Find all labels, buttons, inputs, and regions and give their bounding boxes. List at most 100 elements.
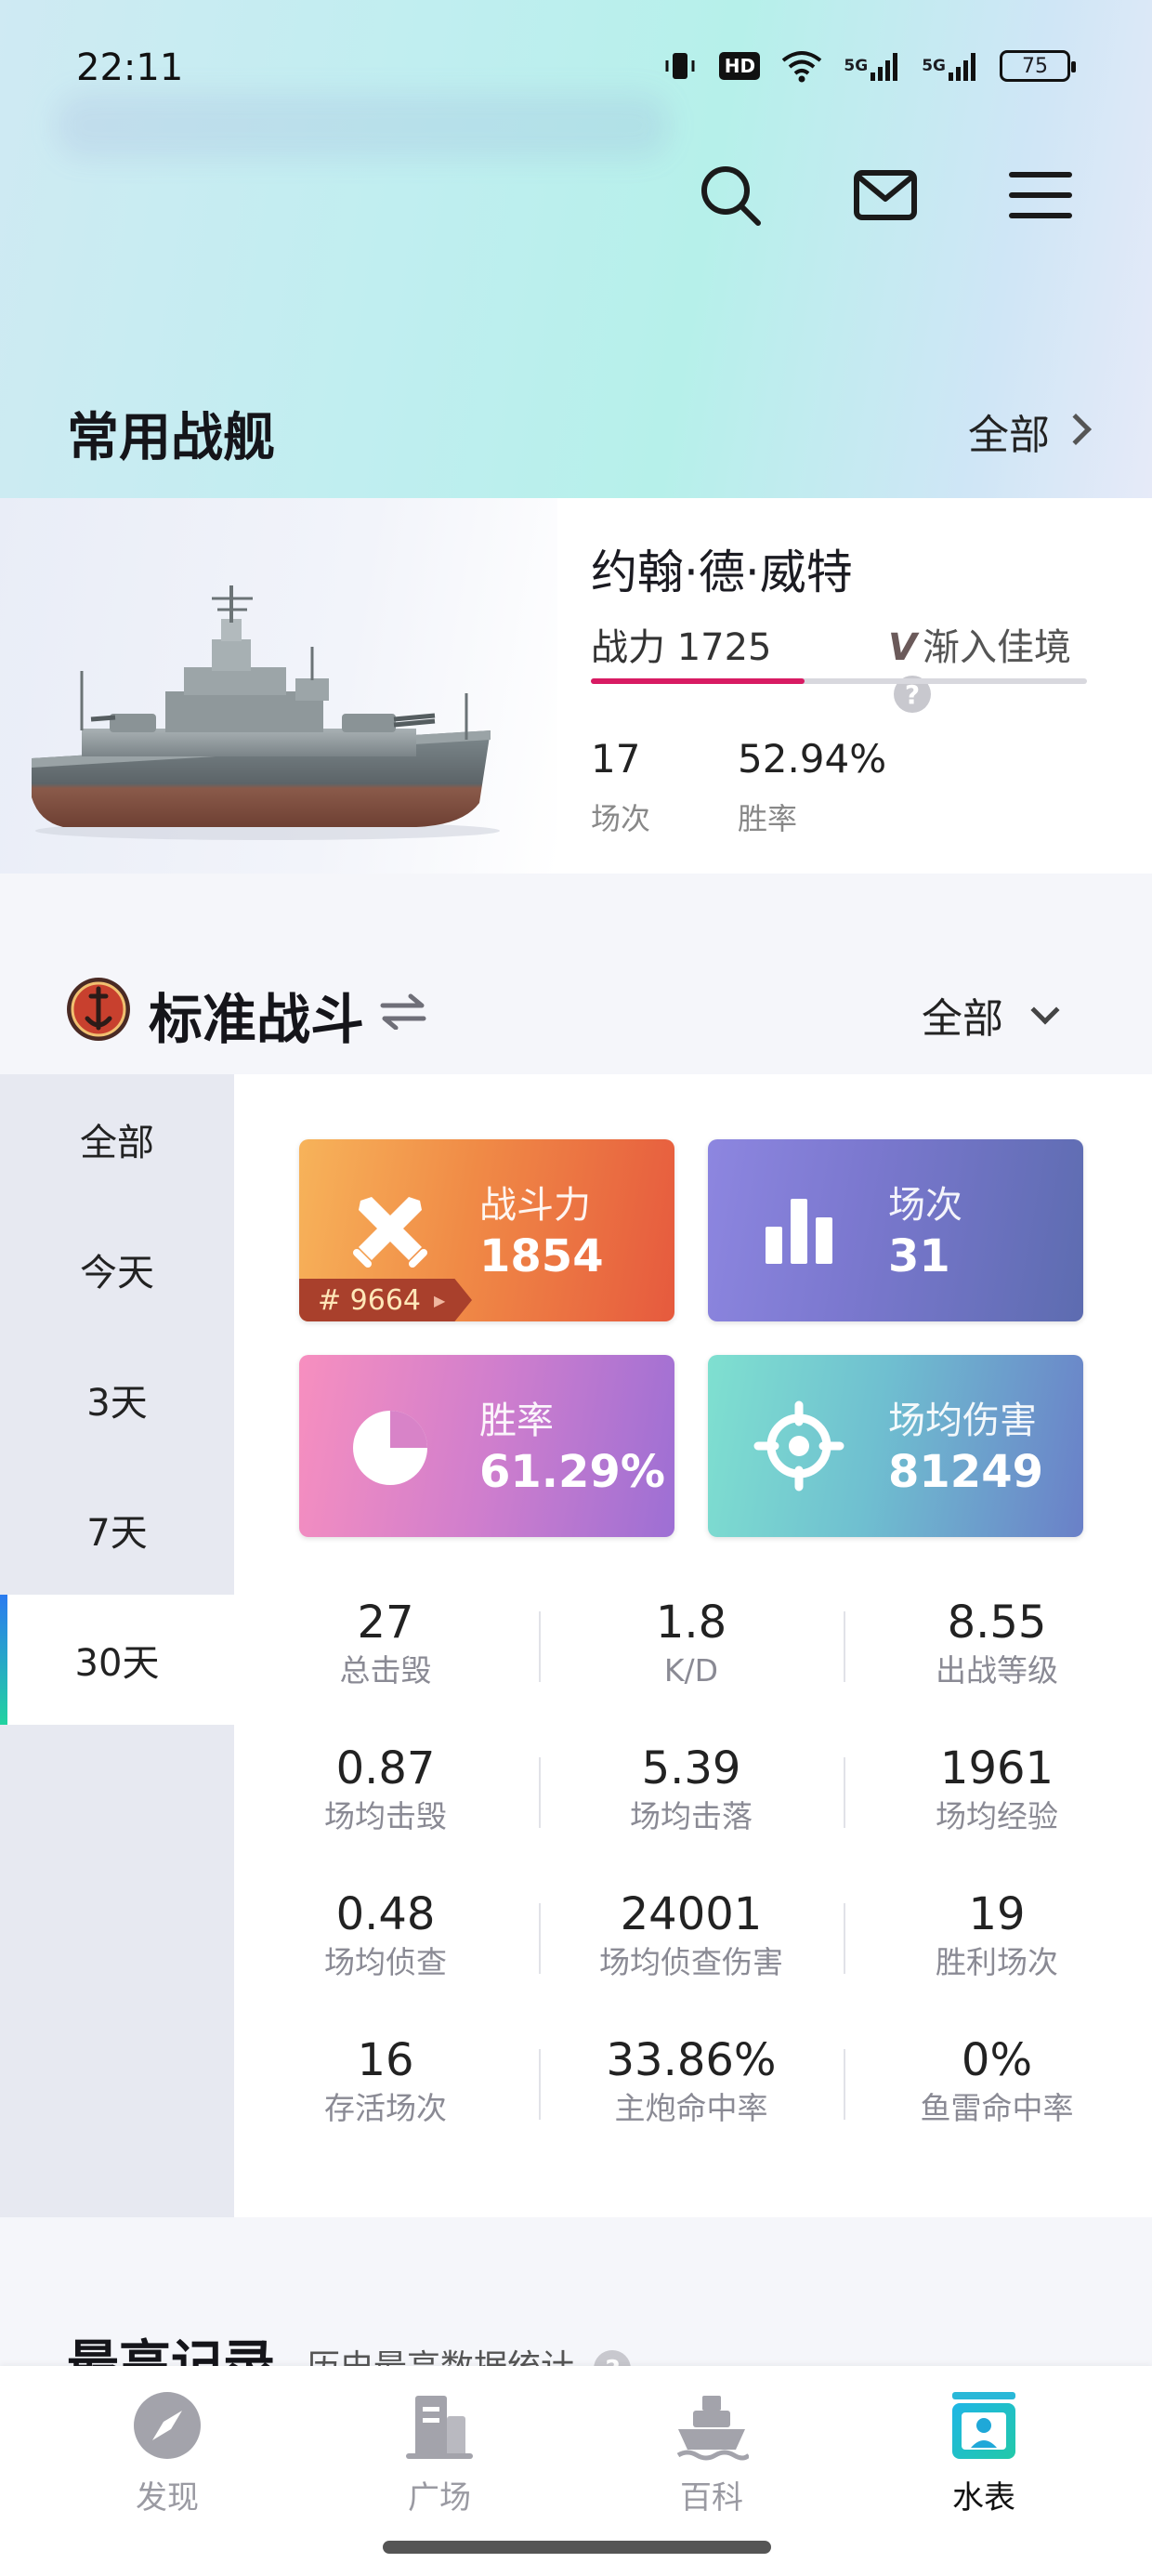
average-damage-card[interactable]: 场均伤害 81249 [708, 1355, 1083, 1537]
nav-discover[interactable]: 发现 [74, 2388, 260, 2517]
period-tab-today[interactable]: 今天 [0, 1204, 234, 1334]
ship-winrate-value: 52.94% [738, 736, 887, 782]
stat-cell: 24001 场均侦查伤害 [538, 1886, 844, 1983]
ship-card[interactable]: 约翰·德·威特 战力 1725 V 渐入佳境 ? 17 场次 52.94% 胜率 [0, 498, 1152, 874]
period-tab-all[interactable]: 全部 [0, 1074, 234, 1204]
nav-plaza[interactable]: 广场 [347, 2388, 532, 2517]
wifi-icon [780, 49, 823, 83]
period-tab-3-days[interactable]: 3天 [0, 1334, 234, 1465]
stat-cell: 16 存活场次 [232, 2032, 539, 2129]
building-icon [406, 2396, 473, 2459]
search-icon [701, 166, 761, 226]
nav-discover-label: 发现 [136, 2479, 199, 2517]
stat-value: 5.39 [641, 1742, 741, 1794]
period-tabs: 全部 今天 3天 7天 30天 [0, 1074, 234, 2217]
rank-value: # 9664 [318, 1283, 422, 1317]
stat-cell: 0.87 场均击毁 [232, 1741, 539, 1837]
stat-value: 0.48 [335, 1888, 436, 1940]
ship-icon [676, 2396, 749, 2461]
compass-icon [134, 2392, 201, 2459]
stat-divider [844, 1757, 845, 1828]
stat-divider [844, 1903, 845, 1974]
frequent-ships-all-link[interactable]: 全部 [968, 401, 1050, 461]
rank-tag: # 9664 ▶ [299, 1279, 472, 1321]
home-indicator [383, 2541, 771, 2554]
combat-power-value: 1854 [479, 1230, 604, 1282]
stat-cell: 19 胜利场次 [844, 1886, 1150, 1983]
battle-filter-dropdown[interactable]: 全部 [922, 985, 1003, 1045]
stat-value: 0% [961, 2034, 1033, 2086]
menu-button[interactable] [1003, 158, 1078, 232]
frequent-ships-title: 常用战舰 [67, 408, 275, 468]
winrate-label: 胜率 [479, 1400, 554, 1442]
chevron-down-icon [1030, 995, 1060, 1025]
nav-stats[interactable]: 水表 [891, 2388, 1077, 2517]
mail-button[interactable] [848, 158, 923, 232]
stat-divider [539, 1903, 541, 1974]
ship-power-progress-fill [591, 678, 805, 684]
standard-battle-header: 标准战斗 全部 [0, 948, 1152, 1074]
stat-value: 16 [357, 2034, 414, 2086]
winrate-card[interactable]: 胜率 61.29% [299, 1355, 674, 1537]
stat-value: 19 [968, 1888, 1026, 1940]
stat-cell: 0.48 场均侦查 [232, 1886, 539, 1983]
stat-label: 场均击落 [630, 1798, 753, 1834]
average-damage-value: 81249 [888, 1446, 1043, 1498]
stat-divider [844, 2049, 845, 2120]
signal-icon-2: 5G [922, 50, 979, 82]
ship-name: 约翰·德·威特 [591, 545, 853, 599]
stat-label: 场均经验 [936, 1798, 1058, 1834]
vibrate-icon [661, 47, 699, 85]
rank-arrow-icon: ▶ [434, 1291, 446, 1309]
winrate-value: 61.29% [479, 1446, 665, 1498]
stat-label: 胜利场次 [936, 1944, 1058, 1980]
swap-icon[interactable] [379, 992, 427, 1030]
records-header: 最高记录 历史最高数据统计 ? [0, 2217, 1152, 2396]
stat-value: 27 [357, 1597, 414, 1649]
standard-battle-title: 标准战斗 [149, 988, 365, 1051]
form-badge-icon: V [888, 626, 917, 669]
stat-value: 8.55 [947, 1597, 1047, 1649]
stat-divider [539, 1611, 541, 1682]
status-icons: HD 5G 5G 75 [661, 43, 1076, 89]
nav-stats-label: 水表 [952, 2479, 1015, 2517]
status-time: 22:11 [76, 46, 184, 89]
battle-stats-panel: 全部 今天 3天 7天 30天 战斗力 1854 # 9664 ▶ 场次 31 [0, 1074, 1152, 2217]
stat-divider [539, 1757, 541, 1828]
nav-wiki-label: 百科 [680, 2479, 743, 2517]
menu-icon [1009, 172, 1072, 218]
stat-label: 存活场次 [324, 2090, 447, 2126]
stat-label: 出战等级 [936, 1652, 1058, 1689]
battery-indicator: 75 [1000, 50, 1076, 82]
period-tab-7-days[interactable]: 7天 [0, 1465, 234, 1595]
chevron-right-icon [1060, 414, 1092, 445]
nav-wiki[interactable]: 百科 [619, 2388, 805, 2517]
stat-cell: 33.86% 主炮命中率 [538, 2032, 844, 2129]
combat-power-card[interactable]: 战斗力 1854 # 9664 ▶ [299, 1139, 674, 1321]
stat-label: 总击毁 [339, 1652, 432, 1689]
crosshair-icon [753, 1400, 844, 1492]
stat-value: 0.87 [335, 1742, 436, 1794]
ship-battles-label: 场次 [591, 801, 651, 836]
period-tab-30-days[interactable]: 30天 [0, 1595, 234, 1725]
stat-divider [539, 2049, 541, 2120]
signal-2-label: 5G [922, 56, 946, 75]
stat-value: 1.8 [655, 1597, 727, 1649]
combat-power-label: 战斗力 [479, 1184, 591, 1227]
stat-value: 33.86% [606, 2034, 777, 2086]
stat-value: 24001 [620, 1888, 763, 1940]
ship-battles-value: 17 [591, 736, 641, 782]
stat-label: K/D [663, 1652, 719, 1689]
signal-icon-1: 5G [844, 50, 901, 82]
search-button[interactable] [693, 158, 767, 232]
hd-badge: HD [719, 52, 761, 80]
stat-label: 场均击毁 [324, 1798, 447, 1834]
battle-count-label: 场次 [888, 1184, 962, 1227]
battle-emblem-icon [67, 978, 130, 1041]
ship-power-label: 战力 1725 [591, 626, 772, 669]
ship-power-progress [591, 678, 1087, 684]
pie-chart-icon [353, 1411, 427, 1485]
stat-divider [844, 1611, 845, 1682]
battle-count-card[interactable]: 场次 31 [708, 1139, 1083, 1321]
stat-cell: 5.39 场均击落 [538, 1741, 844, 1837]
